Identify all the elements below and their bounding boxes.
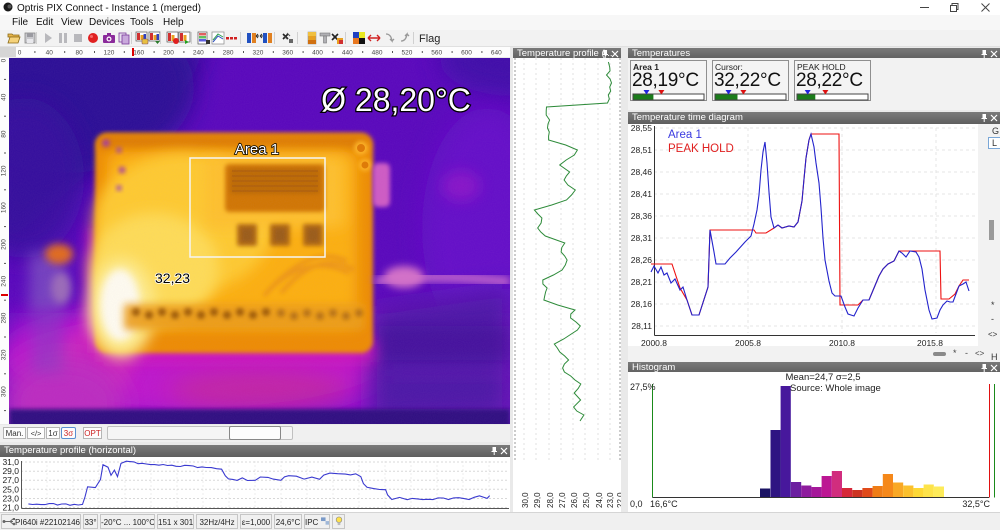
svg-text:28,51: 28,51 (631, 145, 653, 155)
svg-text:360: 360 (282, 50, 293, 57)
svg-text:600: 600 (461, 50, 472, 57)
svg-text:Source: Whole image: Source: Whole image (790, 383, 881, 394)
svg-text:160: 160 (1, 202, 8, 213)
svg-text:30,0: 30,0 (521, 492, 530, 508)
svg-text:120: 120 (1, 165, 8, 176)
svg-text:Ø 28,20°C: Ø 28,20°C (321, 82, 471, 118)
svg-text:240: 240 (1, 275, 8, 286)
svg-text:28,26: 28,26 (631, 255, 653, 265)
svg-text:28,36: 28,36 (631, 211, 653, 221)
svg-text:200: 200 (1, 239, 8, 250)
svg-text:28,31: 28,31 (631, 233, 653, 243)
svg-text:28,55: 28,55 (631, 124, 653, 133)
svg-text:400: 400 (312, 50, 323, 57)
svg-text:24,0: 24,0 (595, 492, 604, 508)
svg-text:28,0: 28,0 (546, 492, 555, 508)
svg-text:27,5%: 27,5% (630, 382, 656, 392)
svg-text:27,0: 27,0 (558, 492, 567, 508)
svg-text:26,0: 26,0 (570, 492, 579, 508)
svg-text:560: 560 (431, 50, 442, 57)
svg-text:16,6°C: 16,6°C (650, 499, 678, 509)
svg-text:Mean=24,7 σ=2,5: Mean=24,7 σ=2,5 (785, 372, 860, 383)
svg-text:28,21: 28,21 (631, 277, 653, 287)
svg-text:80: 80 (75, 50, 83, 57)
svg-text:520: 520 (401, 50, 412, 57)
svg-text:0: 0 (1, 58, 8, 62)
svg-text:0: 0 (18, 50, 22, 57)
svg-text:32,23: 32,23 (155, 270, 190, 286)
svg-text:320: 320 (252, 50, 263, 57)
svg-text:80: 80 (1, 130, 8, 138)
svg-text:0,0: 0,0 (630, 499, 643, 509)
svg-text:29,0: 29,0 (533, 492, 542, 508)
svg-text:Area 1: Area 1 (235, 141, 279, 158)
svg-text:40: 40 (46, 50, 54, 57)
svg-text:28,46: 28,46 (631, 167, 653, 177)
svg-text:440: 440 (342, 50, 353, 57)
svg-text:280: 280 (1, 312, 8, 323)
svg-text:Area 1: Area 1 (668, 129, 702, 141)
svg-text:120: 120 (103, 50, 114, 57)
svg-text:21,0: 21,0 (2, 503, 19, 512)
svg-text:28,11: 28,11 (631, 321, 652, 331)
svg-text:23,0: 23,0 (606, 492, 615, 508)
svg-text:PEAK HOLD: PEAK HOLD (668, 143, 734, 155)
svg-text:280: 280 (223, 50, 234, 57)
svg-text:22,0: 22,0 (616, 492, 621, 508)
svg-text:640: 640 (491, 50, 502, 57)
svg-text:480: 480 (372, 50, 383, 57)
svg-text:360: 360 (1, 386, 8, 397)
svg-text:160: 160 (133, 50, 144, 57)
svg-text:25,0: 25,0 (582, 492, 591, 508)
svg-text:28,41: 28,41 (631, 189, 653, 199)
svg-text:200: 200 (163, 50, 174, 57)
svg-text:240: 240 (193, 50, 204, 57)
svg-text:320: 320 (1, 349, 8, 360)
svg-text:40: 40 (1, 93, 8, 101)
svg-text:32,5°C: 32,5°C (962, 499, 990, 509)
svg-text:28,16: 28,16 (631, 299, 653, 309)
